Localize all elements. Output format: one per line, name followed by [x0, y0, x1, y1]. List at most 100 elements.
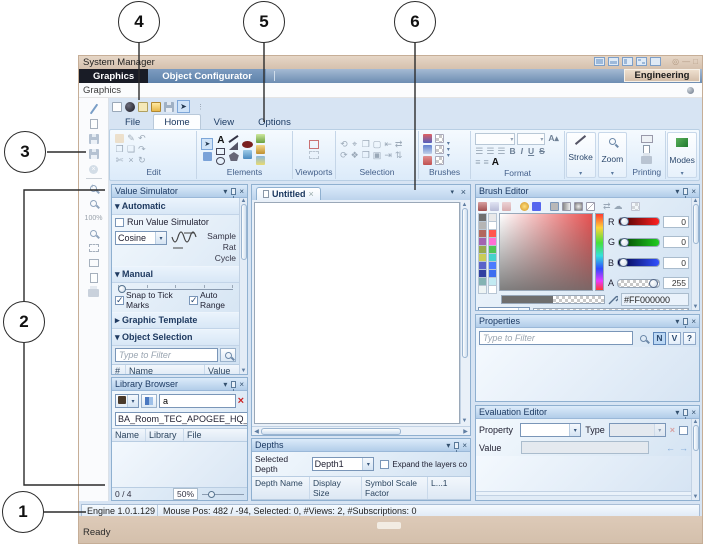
- ellipse-tool-icon[interactable]: [216, 157, 225, 165]
- library-column-library[interactable]: Library: [146, 429, 184, 441]
- object-filter-input[interactable]: [115, 348, 218, 362]
- group-icon[interactable]: ❐: [362, 140, 370, 149]
- fill-brush-icon[interactable]: [423, 134, 432, 143]
- evaluation-editor-close-icon[interactable]: ×: [691, 406, 696, 419]
- align-text-left-icon[interactable]: ☰: [475, 147, 483, 156]
- tab-graphics[interactable]: Graphics: [79, 69, 148, 83]
- depths-close-icon[interactable]: ×: [462, 439, 467, 452]
- qat-new-icon[interactable]: [112, 102, 122, 112]
- align-right-icon[interactable]: ⇥: [384, 151, 392, 160]
- print-preview-icon[interactable]: [641, 135, 653, 143]
- font-family-dropdown[interactable]: ▾: [475, 133, 515, 145]
- polygon-tool-icon[interactable]: [229, 152, 239, 161]
- duplicate-icon[interactable]: ❑: [127, 145, 135, 154]
- picture-icon[interactable]: [256, 134, 265, 143]
- hue-strip[interactable]: [595, 213, 604, 291]
- line-spacing-icon[interactable]: ≡: [475, 158, 480, 167]
- lock-tool-icon[interactable]: [203, 152, 212, 161]
- properties-filter-input[interactable]: [479, 331, 633, 345]
- solid-brush-icon[interactable]: [550, 202, 559, 211]
- library-zoom-value[interactable]: 50%: [173, 488, 198, 500]
- alpha-value[interactable]: 255: [663, 277, 689, 289]
- bring-front-icon[interactable]: ▢: [373, 140, 382, 149]
- layout-full-icon[interactable]: [650, 57, 661, 66]
- stroke-brush-dropdown-icon[interactable]: ▾: [447, 148, 450, 152]
- depths-menu-icon[interactable]: ▾: [446, 439, 450, 452]
- depth-display-size-cell[interactable]: 970: [313, 500, 361, 501]
- zoom-in-icon[interactable]: +: [86, 182, 102, 194]
- underline-button[interactable]: U: [527, 146, 535, 156]
- type-dropdown[interactable]: ▾: [609, 423, 666, 437]
- text-brush-icon[interactable]: [423, 156, 432, 165]
- stroke-brush-preview[interactable]: [435, 145, 444, 154]
- blue-value[interactable]: 0: [663, 257, 689, 269]
- library-package-button[interactable]: ▾: [115, 394, 139, 408]
- zoom-out-icon[interactable]: -: [86, 197, 102, 209]
- brush-editor-pin-icon[interactable]: [683, 188, 688, 195]
- triangle-tool-icon[interactable]: [229, 142, 238, 150]
- section-graphic-template[interactable]: ▸ Graphic Template: [112, 312, 239, 329]
- text-brush-dropdown-icon[interactable]: ▾: [447, 154, 450, 158]
- library-column-file[interactable]: File: [184, 429, 247, 441]
- canvas-menu-icon[interactable]: ▾: [450, 188, 454, 196]
- send-back-icon[interactable]: ▣: [373, 151, 382, 160]
- stroke-brush-icon[interactable]: [423, 145, 432, 154]
- font-color-icon[interactable]: A: [492, 157, 499, 168]
- align-text-center-icon[interactable]: ☰: [486, 147, 494, 156]
- format-painter-icon[interactable]: ✎: [127, 134, 135, 143]
- qat-open-icon[interactable]: [151, 102, 161, 112]
- viewport-select-icon[interactable]: [309, 151, 319, 159]
- gradient-stop-strip[interactable]: [533, 308, 689, 311]
- rotate-left-icon[interactable]: ⟲: [340, 140, 348, 149]
- value-simulator-menu-icon[interactable]: ▾: [223, 185, 227, 198]
- flip-vertical-icon[interactable]: ⇅: [395, 151, 403, 160]
- blue-slider[interactable]: [617, 258, 660, 267]
- viewport-rect-icon[interactable]: [86, 257, 102, 269]
- brush-editor-close-icon[interactable]: ×: [691, 185, 696, 198]
- value-simulator-close-icon[interactable]: ×: [239, 185, 244, 198]
- column-value[interactable]: Value: [205, 365, 239, 375]
- ribbon-tab-options[interactable]: Options: [247, 114, 302, 129]
- symbol-icon[interactable]: [256, 145, 265, 154]
- layout-single-icon[interactable]: [594, 57, 605, 66]
- evaluation-editor-pin-icon[interactable]: [683, 409, 688, 416]
- properties-close-icon[interactable]: ×: [691, 315, 696, 328]
- printer-icon[interactable]: [641, 156, 652, 164]
- evaluation-vscrollbar[interactable]: ▲ ▼: [691, 419, 699, 500]
- text-tool-icon[interactable]: A: [217, 135, 224, 146]
- section-object-selection[interactable]: ▾ Object Selection: [112, 329, 239, 346]
- minimize-icon[interactable]: —: [682, 57, 690, 66]
- canvas-vscrollbar[interactable]: ▲ ▼: [460, 202, 468, 424]
- evaluation-delete-icon[interactable]: ×: [670, 425, 675, 435]
- save-as-icon[interactable]: [86, 148, 102, 160]
- resize-icon[interactable]: ⌖: [352, 140, 357, 149]
- print-icon[interactable]: [86, 287, 102, 299]
- section-automatic[interactable]: ▾ Automatic: [112, 198, 239, 215]
- canvas-close-icon[interactable]: ×: [461, 187, 466, 197]
- depth-row[interactable]: Depth1 970 1: [252, 500, 470, 501]
- restore-icon[interactable]: □: [693, 57, 698, 66]
- ribbon-tab-view[interactable]: View: [203, 114, 245, 129]
- qat-save-icon[interactable]: [164, 102, 174, 112]
- image-tool-icon[interactable]: [243, 150, 252, 159]
- redo-icon[interactable]: ↷: [138, 145, 146, 154]
- swap-colors-icon[interactable]: ⇄: [603, 202, 611, 211]
- library-zoom-slider[interactable]: [202, 490, 244, 498]
- align-left-icon[interactable]: ⇤: [384, 140, 392, 149]
- red-slider[interactable]: [618, 217, 661, 226]
- indent-icon[interactable]: ≡: [484, 158, 489, 167]
- cut-icon[interactable]: ✄: [116, 156, 124, 165]
- properties-help-button[interactable]: ?: [683, 332, 696, 345]
- evaluation-editor-menu-icon[interactable]: ▾: [675, 406, 679, 419]
- saturation-value-picker[interactable]: [499, 213, 593, 291]
- fill-target-icon[interactable]: [478, 202, 487, 211]
- scale-icon[interactable]: ❖: [351, 151, 359, 160]
- pattern-brush-icon[interactable]: [631, 202, 640, 211]
- library-columns-button[interactable]: [141, 394, 157, 408]
- draw-tool-icon[interactable]: [86, 103, 102, 115]
- eyedropper-icon[interactable]: [608, 295, 618, 305]
- qat-globe-icon[interactable]: [125, 102, 135, 112]
- bold-button[interactable]: B: [509, 146, 517, 156]
- flip-horizontal-icon[interactable]: ⇄: [395, 140, 403, 149]
- fill-brush-preview[interactable]: [435, 134, 444, 143]
